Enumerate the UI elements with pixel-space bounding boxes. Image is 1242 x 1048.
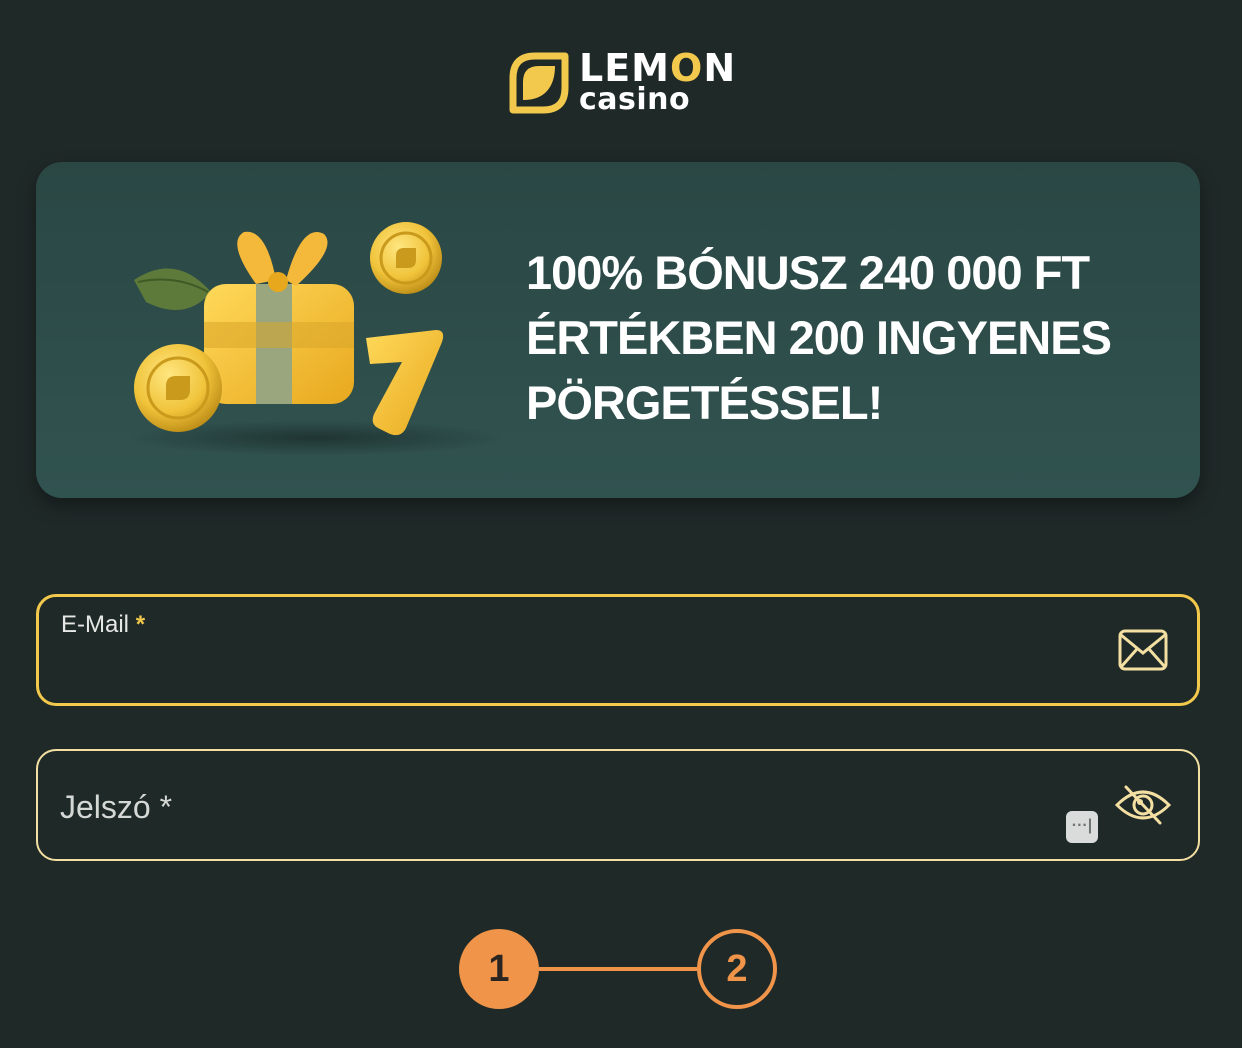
logo-wordmark: LEMON casino bbox=[579, 46, 737, 117]
lemon-leaf-logo-icon bbox=[509, 52, 569, 114]
eye-off-icon[interactable] bbox=[1114, 781, 1172, 829]
step-1-current[interactable]: 1 bbox=[459, 929, 539, 1009]
email-field[interactable]: E-Mail * bbox=[36, 594, 1200, 706]
mail-icon bbox=[1118, 629, 1168, 671]
bonus-banner: 100% BÓNUSZ 240 000 FT ÉRTÉKBEN 200 INGY… bbox=[36, 162, 1200, 498]
registration-stepper: 1 2 bbox=[459, 929, 777, 1009]
step-2[interactable]: 2 bbox=[697, 929, 777, 1009]
step-connector bbox=[539, 967, 697, 971]
bonus-title: 100% BÓNUSZ 240 000 FT ÉRTÉKBEN 200 INGY… bbox=[526, 246, 1112, 429]
lemon-casino-logo[interactable]: LEMON casino bbox=[503, 46, 736, 118]
gift-coins-illustration bbox=[126, 222, 506, 456]
email-input[interactable] bbox=[61, 651, 1087, 691]
password-manager-icon[interactable]: ···| bbox=[1066, 811, 1098, 843]
registration-page: LEMON casino 100% BÓNUSZ 240 000 FT ÉRTÉ… bbox=[0, 0, 1242, 1048]
password-field[interactable]: Jelszó * ···| bbox=[36, 749, 1200, 861]
password-input[interactable] bbox=[60, 781, 1088, 831]
email-label: E-Mail * bbox=[61, 611, 146, 638]
